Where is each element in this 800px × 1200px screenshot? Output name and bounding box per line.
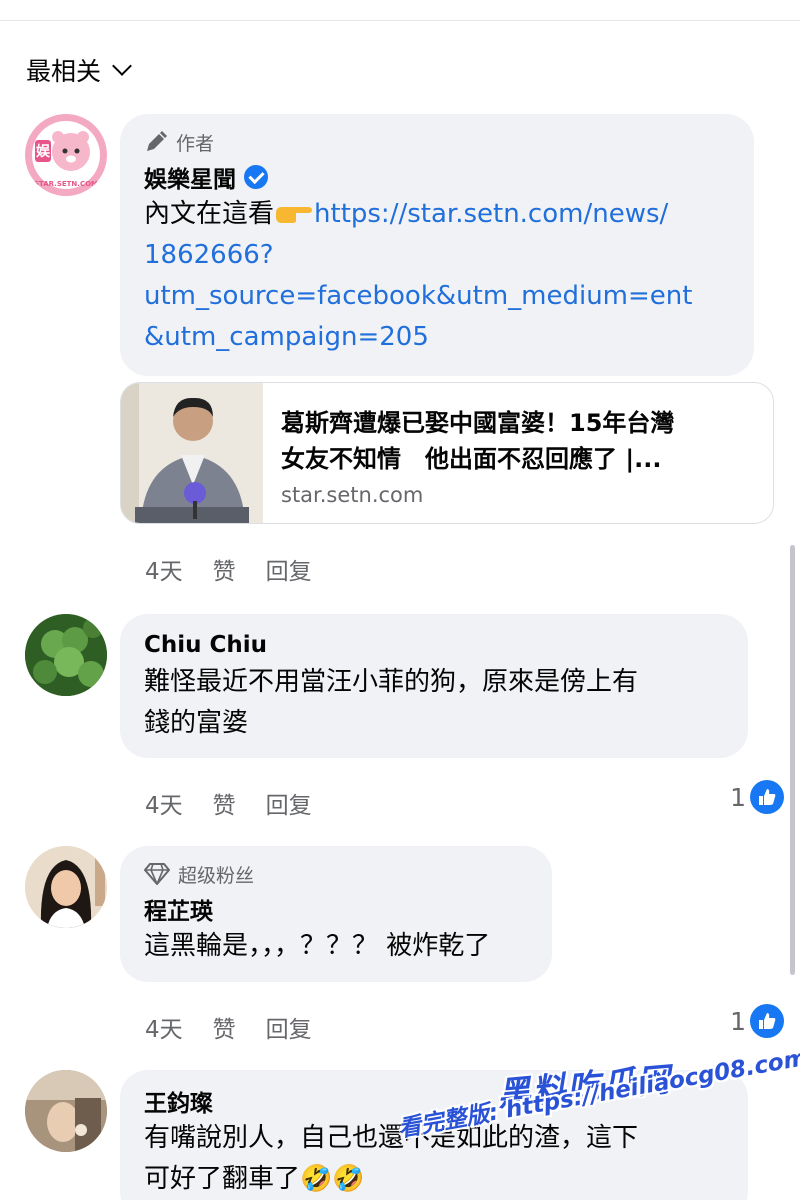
svg-text:娱: 娱 — [36, 143, 51, 160]
reply-button[interactable]: 回复 — [266, 552, 312, 586]
comment-actions: 4天 赞 回复 — [145, 1010, 312, 1044]
scrollbar[interactable] — [790, 545, 795, 975]
sort-label: 最相关 — [26, 57, 102, 86]
avatar-wang[interactable] — [25, 1070, 107, 1152]
link-preview-thumbnail — [121, 383, 263, 523]
reaction-count-value: 1 — [730, 1006, 746, 1036]
author-badge: 作者 — [144, 128, 730, 156]
reaction-count-value: 1 — [730, 782, 746, 812]
like-button[interactable]: 赞 — [213, 1010, 236, 1044]
article-link-line-4[interactable]: &utm_campaign=205 — [144, 322, 429, 352]
thumbs-up-icon — [750, 780, 784, 814]
timestamp[interactable]: 4天 — [145, 786, 183, 820]
link-preview-card[interactable]: 葛斯齊遭爆已娶中國富婆！15年台灣 女友不知情 他出面不忍回應了 |... st… — [120, 382, 774, 524]
comment-actions: 4天 赞 回复 — [145, 552, 312, 586]
pencil-icon — [147, 131, 167, 151]
chevron-down-icon — [112, 56, 132, 76]
star-setn-logo-icon: 娱 STAR.SETN.COM — [25, 114, 107, 196]
top-divider — [0, 20, 800, 21]
timestamp[interactable]: 4天 — [145, 1010, 183, 1044]
woman-portrait-image — [25, 846, 107, 928]
comment-bubble-cheng: 超级粉丝 程芷瑛 這黑輪是，，，？？？ 被炸乾了 — [120, 846, 552, 982]
comment-text: 這黑輪是，，，？？？ 被炸乾了 — [144, 931, 491, 961]
like-button[interactable]: 赞 — [213, 786, 236, 820]
like-button[interactable]: 赞 — [213, 552, 236, 586]
sort-dropdown[interactable]: 最相关 — [26, 52, 132, 88]
avatar-author[interactable]: 娱 STAR.SETN.COM — [25, 114, 107, 196]
comment-author-name[interactable]: Chiu Chiu — [144, 632, 267, 658]
comment-text: 難怪最近不用當汪小菲的狗，原來是傍上有 錢的富婆 — [144, 667, 639, 738]
reaction-count[interactable]: 1 — [730, 1004, 784, 1038]
verified-badge-icon — [244, 165, 268, 189]
man-portrait-image — [121, 383, 263, 523]
comment-text: 有嘴說別人，自己也還不是如此的渣，這下 可好了翻車了🤣🤣 — [144, 1123, 639, 1194]
comment-bubble-chiu-chiu: Chiu Chiu 難怪最近不用當汪小菲的狗，原來是傍上有 錢的富婆 — [120, 614, 748, 758]
avatar-cheng[interactable] — [25, 846, 107, 928]
comment-author-name[interactable]: 程芷瑛 — [144, 892, 213, 926]
top-fan-badge: 超级粉丝 — [144, 860, 528, 888]
comment-bubble-author: 作者 娛樂星聞 內文在這看 https://star.setn.com/news/… — [120, 114, 754, 376]
reply-button[interactable]: 回复 — [266, 1010, 312, 1044]
comment-text: 內文在這看 https://star.setn.com/news/ 1862666… — [144, 199, 693, 352]
pointing-hand-icon — [276, 207, 313, 223]
link-preview-domain: star.setn.com — [281, 483, 424, 507]
link-preview-title: 葛斯齊遭爆已娶中國富婆！15年台灣 女友不知情 他出面不忍回應了 |... — [281, 409, 675, 473]
comment-bubble-wang: 王鈞璨 有嘴說別人，自己也還不是如此的渣，這下 可好了翻車了🤣🤣 — [120, 1070, 748, 1200]
article-link-line-3[interactable]: utm_source=facebook&utm_medium=ent — [144, 281, 692, 311]
photo-avatar-image — [25, 1070, 107, 1152]
top-fan-badge-label: 超级粉丝 — [178, 864, 255, 887]
reaction-count[interactable]: 1 — [730, 780, 784, 814]
thumbs-up-icon — [750, 1004, 784, 1038]
article-link-line-1[interactable]: https://star.setn.com/news/ — [314, 199, 668, 229]
comment-actions: 4天 赞 回复 — [145, 786, 312, 820]
avatar-chiu-chiu[interactable] — [25, 614, 107, 696]
article-link-line-2[interactable]: 1862666? — [144, 240, 274, 270]
comment-author-name[interactable]: 王鈞璨 — [144, 1084, 213, 1118]
comment-author-name[interactable]: 娛樂星聞 — [144, 160, 236, 194]
timestamp[interactable]: 4天 — [145, 552, 183, 586]
reply-button[interactable]: 回复 — [266, 786, 312, 820]
author-badge-label: 作者 — [176, 132, 215, 155]
svg-text:STAR.SETN.COM: STAR.SETN.COM — [34, 180, 98, 188]
clover-image — [25, 614, 107, 696]
diamond-icon — [144, 863, 170, 885]
